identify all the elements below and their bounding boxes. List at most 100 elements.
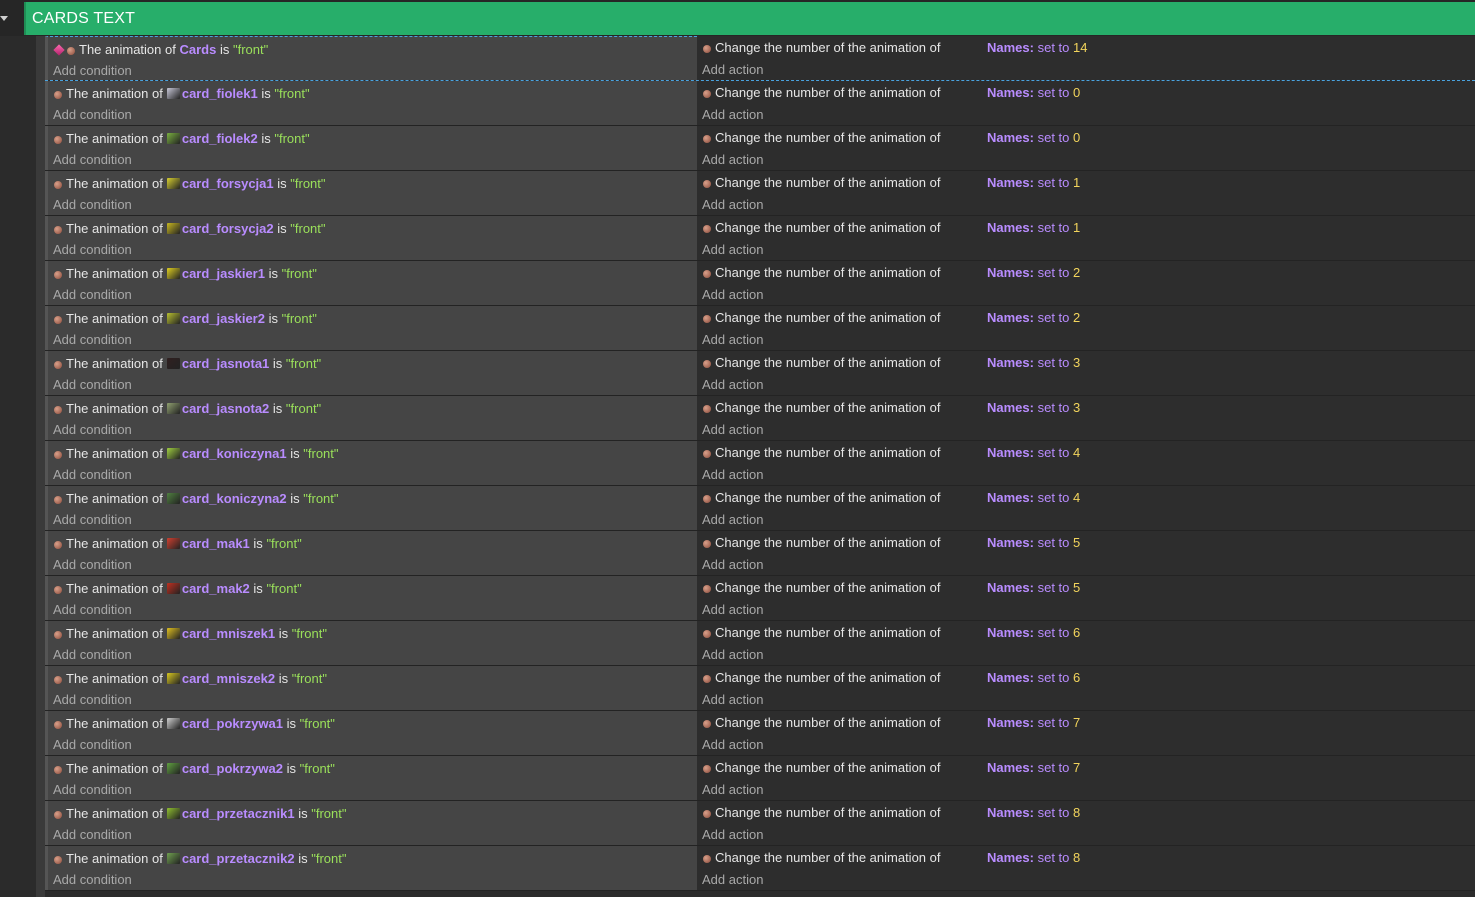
action-params[interactable]: Names: set to 8 xyxy=(987,805,1080,821)
target-object-name[interactable]: Names: xyxy=(987,265,1034,280)
action[interactable]: Change the number of the animation of xyxy=(703,40,940,56)
string-value[interactable]: "front" xyxy=(292,671,327,686)
event-row[interactable]: The animation of card_mniszek2 is "front"… xyxy=(45,666,1475,711)
add-condition-link[interactable]: Add condition xyxy=(53,242,132,258)
conditions-block[interactable]: The animation of card_przetacznik1 is "fr… xyxy=(45,801,697,845)
event-row[interactable]: The animation of card_jasnota1 is "front"… xyxy=(45,351,1475,396)
group-header[interactable]: CARDS TEXT xyxy=(24,2,1475,35)
action-params[interactable]: Names: set to 0 xyxy=(987,85,1080,101)
add-condition-link[interactable]: Add condition xyxy=(53,287,132,303)
action-params[interactable]: Names: set to 3 xyxy=(987,355,1080,371)
add-condition-link[interactable]: Add condition xyxy=(53,63,132,79)
add-action-link[interactable]: Add action xyxy=(702,782,763,798)
add-action-link[interactable]: Add action xyxy=(702,827,763,843)
add-condition-link[interactable]: Add condition xyxy=(53,557,132,573)
actions-block[interactable]: Change the number of the animation of Na… xyxy=(697,801,1475,845)
add-action-link[interactable]: Add action xyxy=(702,242,763,258)
target-object-name[interactable]: Names: xyxy=(987,130,1034,145)
target-object-name[interactable]: Names: xyxy=(987,535,1034,550)
add-condition-link[interactable]: Add condition xyxy=(53,512,132,528)
conditions-block[interactable]: The animation of card_koniczyna1 is "fron… xyxy=(45,441,697,485)
add-action-link[interactable]: Add action xyxy=(702,557,763,573)
conditions-block[interactable]: The animation of card_forsycja1 is "front… xyxy=(45,171,697,215)
condition[interactable]: The animation of card_przetacznik1 is "fr… xyxy=(54,806,346,822)
actions-block[interactable]: Change the number of the animation of Na… xyxy=(697,36,1475,80)
event-row[interactable]: The animation of card_jasnota2 is "front"… xyxy=(45,396,1475,441)
event-row[interactable]: The animation of card_fiolek1 is "front" … xyxy=(45,81,1475,126)
object-name[interactable]: card_pokrzywa1 xyxy=(182,716,283,731)
conditions-block[interactable]: The animation of card_mak1 is "front" Add… xyxy=(45,531,697,575)
add-condition-link[interactable]: Add condition xyxy=(53,782,132,798)
conditions-block[interactable]: The animation of Cards is "front" Add co… xyxy=(45,36,697,80)
actions-block[interactable]: Change the number of the animation of Na… xyxy=(697,576,1475,620)
action[interactable]: Change the number of the animation of xyxy=(703,535,940,551)
string-value[interactable]: "front" xyxy=(274,86,309,101)
event-row[interactable]: The animation of card_koniczyna1 is "fron… xyxy=(45,441,1475,486)
target-object-name[interactable]: Names: xyxy=(987,625,1034,640)
add-condition-link[interactable]: Add condition xyxy=(53,332,132,348)
condition[interactable]: The animation of card_przetacznik2 is "fr… xyxy=(54,851,346,867)
number-value[interactable]: 0 xyxy=(1073,130,1080,145)
object-name[interactable]: card_przetacznik2 xyxy=(182,851,295,866)
add-condition-link[interactable]: Add condition xyxy=(53,152,132,168)
target-object-name[interactable]: Names: xyxy=(987,580,1034,595)
string-value[interactable]: "front" xyxy=(233,42,268,57)
add-condition-link[interactable]: Add condition xyxy=(53,467,132,483)
action-params[interactable]: Names: set to 7 xyxy=(987,715,1080,731)
add-action-link[interactable]: Add action xyxy=(702,872,763,888)
event-row[interactable]: The animation of Cards is "front" Add co… xyxy=(45,36,1475,81)
object-name[interactable]: card_mniszek2 xyxy=(182,671,275,686)
actions-block[interactable]: Change the number of the animation of Na… xyxy=(697,216,1475,260)
actions-block[interactable]: Change the number of the animation of Na… xyxy=(697,711,1475,755)
conditions-block[interactable]: The animation of card_przetacznik2 is "fr… xyxy=(45,846,697,890)
conditions-block[interactable]: The animation of card_fiolek1 is "front" … xyxy=(45,81,697,125)
conditions-block[interactable]: The animation of card_jasnota1 is "front"… xyxy=(45,351,697,395)
actions-block[interactable]: Change the number of the animation of Na… xyxy=(697,126,1475,170)
actions-block[interactable]: Change the number of the animation of Na… xyxy=(697,441,1475,485)
add-action-link[interactable]: Add action xyxy=(702,287,763,303)
target-object-name[interactable]: Names: xyxy=(987,85,1034,100)
action[interactable]: Change the number of the animation of xyxy=(703,760,940,776)
condition[interactable]: The animation of card_fiolek2 is "front" xyxy=(54,131,310,147)
number-value[interactable]: 4 xyxy=(1073,445,1080,460)
condition[interactable]: The animation of card_koniczyna1 is "fron… xyxy=(54,446,339,462)
conditions-block[interactable]: The animation of card_pokrzywa2 is "front… xyxy=(45,756,697,800)
add-action-link[interactable]: Add action xyxy=(702,737,763,753)
actions-block[interactable]: Change the number of the animation of Na… xyxy=(697,756,1475,800)
target-object-name[interactable]: Names: xyxy=(987,445,1034,460)
action[interactable]: Change the number of the animation of xyxy=(703,445,940,461)
object-name[interactable]: card_fiolek2 xyxy=(182,131,258,146)
event-row[interactable]: The animation of card_forsycja2 is "front… xyxy=(45,216,1475,261)
condition[interactable]: The animation of card_jaskier1 is "front" xyxy=(54,266,317,282)
event-row[interactable]: The animation of card_pokrzywa1 is "front… xyxy=(45,711,1475,756)
add-action-link[interactable]: Add action xyxy=(702,602,763,618)
string-value[interactable]: "front" xyxy=(303,491,338,506)
condition[interactable]: The animation of card_mak2 is "front" xyxy=(54,581,302,597)
conditions-block[interactable]: The animation of card_jaskier1 is "front"… xyxy=(45,261,697,305)
string-value[interactable]: "front" xyxy=(282,311,317,326)
object-name[interactable]: card_koniczyna1 xyxy=(182,446,287,461)
object-name[interactable]: card_koniczyna2 xyxy=(182,491,287,506)
object-name[interactable]: card_przetacznik1 xyxy=(182,806,295,821)
condition[interactable]: The animation of card_koniczyna2 is "fron… xyxy=(54,491,339,507)
string-value[interactable]: "front" xyxy=(286,401,321,416)
action-params[interactable]: Names: set to 5 xyxy=(987,535,1080,551)
object-name[interactable]: card_forsycja2 xyxy=(182,221,274,236)
add-action-link[interactable]: Add action xyxy=(702,422,763,438)
condition[interactable]: The animation of card_jaskier2 is "front" xyxy=(54,311,317,327)
target-object-name[interactable]: Names: xyxy=(987,715,1034,730)
action-params[interactable]: Names: set to 3 xyxy=(987,400,1080,416)
object-name[interactable]: card_mak1 xyxy=(182,536,250,551)
conditions-block[interactable]: The animation of card_fiolek2 is "front" … xyxy=(45,126,697,170)
action-params[interactable]: Names: set to 2 xyxy=(987,265,1080,281)
condition[interactable]: The animation of card_fiolek1 is "front" xyxy=(54,86,310,102)
condition[interactable]: The animation of card_forsycja2 is "front… xyxy=(54,221,326,237)
event-row[interactable]: The animation of card_mak1 is "front" Add… xyxy=(45,531,1475,576)
event-row[interactable]: The animation of card_mak2 is "front" Add… xyxy=(45,576,1475,621)
string-value[interactable]: "front" xyxy=(300,716,335,731)
add-action-link[interactable]: Add action xyxy=(702,332,763,348)
target-object-name[interactable]: Names: xyxy=(987,490,1034,505)
add-action-link[interactable]: Add action xyxy=(702,107,763,123)
string-value[interactable]: "front" xyxy=(286,356,321,371)
action[interactable]: Change the number of the animation of xyxy=(703,85,940,101)
